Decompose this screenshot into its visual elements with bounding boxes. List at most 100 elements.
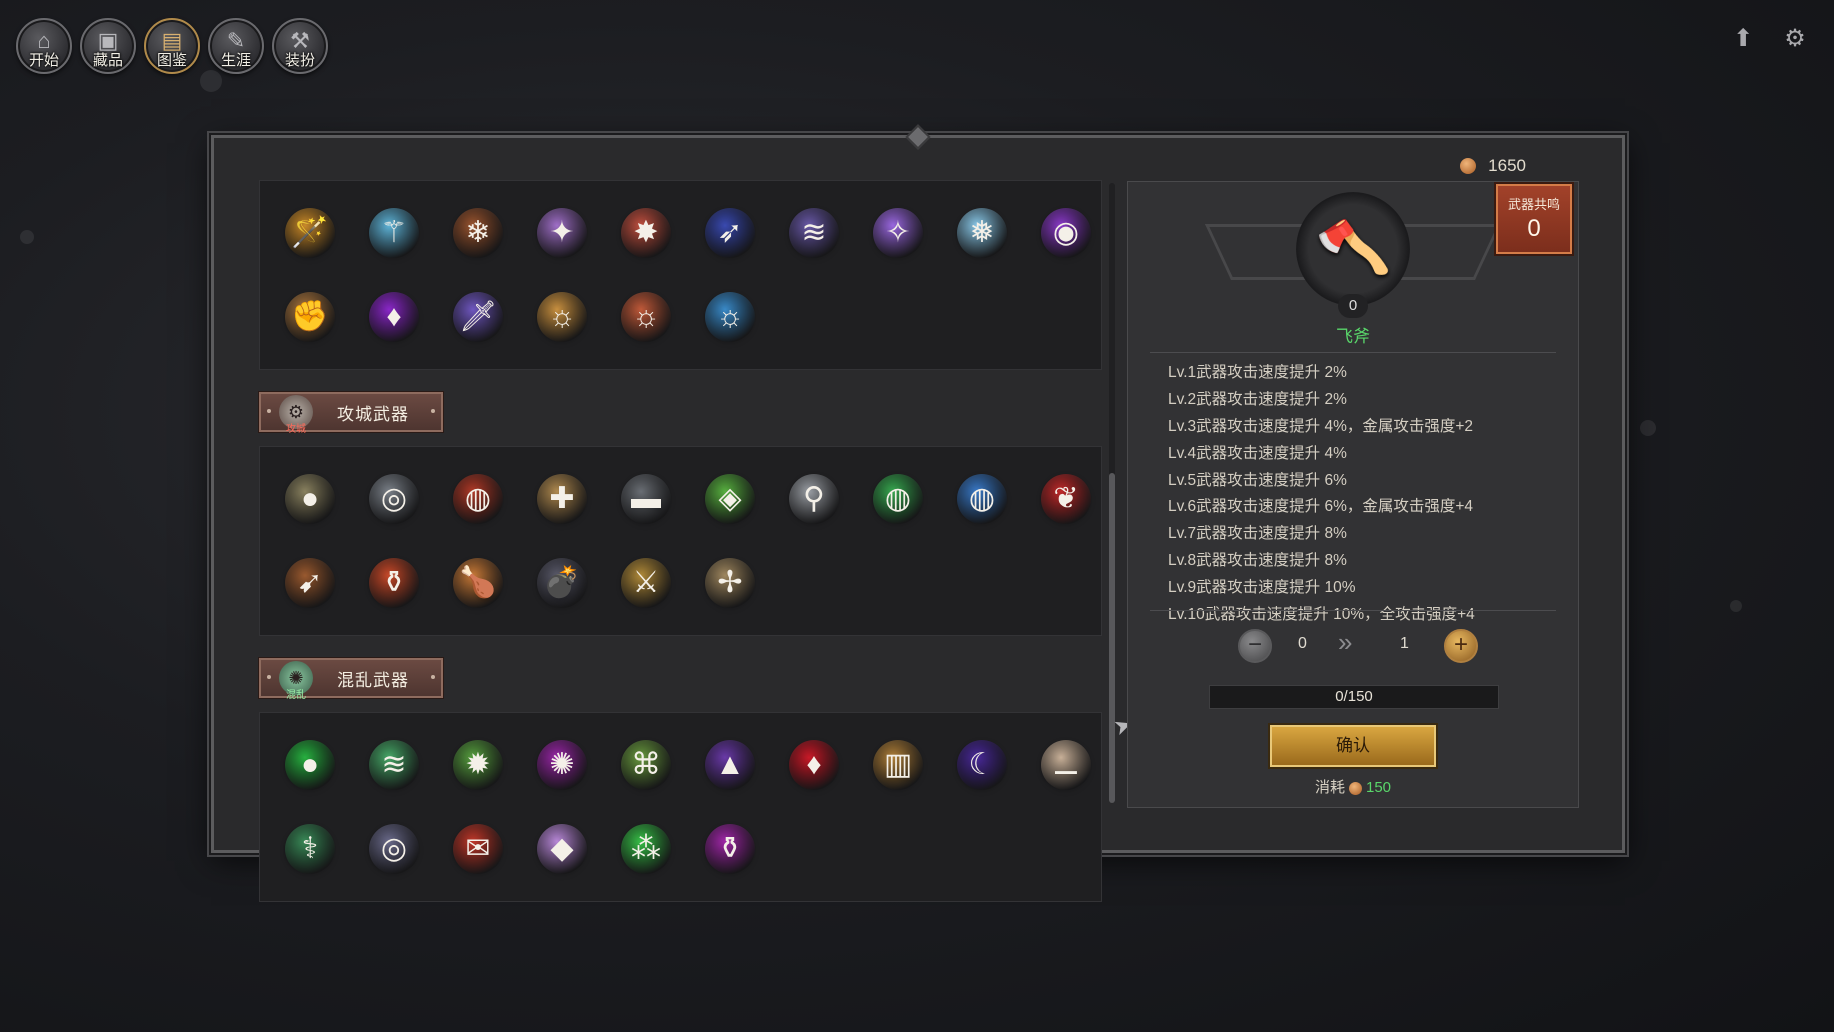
top-right-controls: ⬆ ⚙ bbox=[1728, 24, 1810, 54]
weapon-slot[interactable]: ❅ bbox=[940, 191, 1024, 275]
weapon-slot[interactable]: ● bbox=[268, 723, 352, 807]
weapon-slot[interactable]: 💣 bbox=[520, 541, 604, 625]
weapon-slot[interactable]: ⚔ bbox=[604, 541, 688, 625]
nav-collection-button[interactable]: ▣ 藏品 bbox=[80, 18, 136, 74]
double-chevron-right-icon: » bbox=[1338, 627, 1353, 657]
poison-scythe-icon: ⚕ bbox=[285, 824, 335, 874]
level-bonus-item: Lv.6武器攻击速度提升 6%，金属攻击强度+4 bbox=[1168, 498, 1474, 516]
weapon-grid-magic: 🪄 ⚚ ❄ ✦ ✸ ➶ ≋ ✧ ❅ ◉ ✊ ♦ 🗡 ☼ ☼ ☼ bbox=[259, 180, 1102, 370]
upload-icon[interactable]: ⬆ bbox=[1728, 24, 1758, 54]
weapon-slot[interactable]: ◎ bbox=[352, 457, 436, 541]
weapon-slot[interactable]: 🪄 bbox=[268, 191, 352, 275]
increase-level-button[interactable]: + bbox=[1444, 629, 1478, 663]
level-bonus-item: Lv.7武器攻击速度提升 8% bbox=[1168, 525, 1347, 543]
green-cluster-icon: ⁂ bbox=[621, 824, 671, 874]
weapon-slot[interactable]: ⚊ bbox=[1024, 723, 1108, 807]
currency-display: 1650 bbox=[1460, 156, 1526, 176]
shadow-claw-icon: ≋ bbox=[789, 208, 839, 258]
weapon-slot[interactable]: ☾ bbox=[940, 723, 1024, 807]
resonance-value: 0 bbox=[1527, 215, 1541, 242]
decrease-level-button[interactable]: − bbox=[1238, 629, 1272, 663]
weapon-slot[interactable]: ≋ bbox=[772, 191, 856, 275]
weapon-slot[interactable]: ◍ bbox=[436, 457, 520, 541]
level-bonus-item: Lv.1武器攻击速度提升 2% bbox=[1168, 364, 1347, 381]
spiked-star-icon: ✸ bbox=[621, 208, 671, 258]
weapon-grid-chaos: ● ≋ ✹ ✺ ⌘ ▲ ♦ ▥ ☾ ⚊ ⚕ ◎ ✉ ◆ ⁂ ⚱ bbox=[259, 712, 1102, 902]
ballista-icon: ✢ bbox=[705, 558, 755, 608]
fire-swirl-icon: ◍ bbox=[453, 474, 503, 524]
weapon-level-badge: 0 bbox=[1338, 294, 1368, 318]
weapon-slot[interactable]: ⚱ bbox=[352, 541, 436, 625]
nav-codex-button[interactable]: ▤ 图鉴 bbox=[144, 18, 200, 74]
level-bonus-item: Lv.5武器攻击速度提升 6% bbox=[1168, 471, 1347, 489]
weapon-slot[interactable]: ☼ bbox=[520, 275, 604, 359]
gear-icon[interactable]: ⚙ bbox=[1780, 24, 1810, 54]
weapon-slot[interactable]: ✚ bbox=[520, 457, 604, 541]
weapon-slot[interactable]: ◍ bbox=[856, 457, 940, 541]
weapon-slot[interactable]: ✧ bbox=[856, 191, 940, 275]
level-bonus-item: Lv.10武器攻击速度提升 10%，全攻击强度+4 bbox=[1168, 606, 1475, 624]
blood-crystal-icon: ♦ bbox=[789, 740, 839, 790]
scrollbar-thumb[interactable] bbox=[1109, 473, 1115, 803]
weapon-slot[interactable]: ◈ bbox=[688, 457, 772, 541]
void-shard-icon: ✧ bbox=[873, 208, 923, 258]
weapon-slot[interactable]: ❦ bbox=[1024, 457, 1108, 541]
weapon-slot[interactable]: ⚕ bbox=[268, 807, 352, 891]
weapon-slot[interactable]: ⚲ bbox=[772, 457, 856, 541]
weapon-slot[interactable]: ▲ bbox=[688, 723, 772, 807]
nav-career-button[interactable]: ✎ 生涯 bbox=[208, 18, 264, 74]
current-level-value: 0 bbox=[1298, 635, 1307, 652]
weapon-slot[interactable]: ✦ bbox=[520, 191, 604, 275]
weapon-slot[interactable]: ✺ bbox=[520, 723, 604, 807]
weapon-slot[interactable]: ▬ bbox=[604, 457, 688, 541]
nav-start-button[interactable]: ⌂ 开始 bbox=[16, 18, 72, 74]
weapon-slot[interactable]: ⌘ bbox=[604, 723, 688, 807]
weapon-slot[interactable]: ◍ bbox=[940, 457, 1024, 541]
weapon-resonance-badge[interactable]: 武器共鸣 0 bbox=[1496, 184, 1572, 254]
tag-dot bbox=[431, 675, 435, 679]
green-net-icon: ⌘ bbox=[621, 740, 671, 790]
weapon-slot[interactable]: ◆ bbox=[520, 807, 604, 891]
divider bbox=[1150, 352, 1556, 353]
blue-vortex-icon: ◍ bbox=[957, 474, 1007, 524]
background-spark bbox=[1730, 600, 1742, 612]
weapon-slot[interactable]: ➹ bbox=[268, 541, 352, 625]
weapon-slot[interactable]: ✉ bbox=[436, 807, 520, 891]
divider bbox=[1150, 610, 1556, 611]
weapon-slot[interactable]: ❄ bbox=[436, 191, 520, 275]
weapon-slot[interactable]: 🗡 bbox=[436, 275, 520, 359]
weapon-slot[interactable]: ● bbox=[268, 457, 352, 541]
weapon-slot[interactable]: ⚚ bbox=[352, 191, 436, 275]
weapon-slot[interactable]: ◎ bbox=[352, 807, 436, 891]
tag-dot bbox=[267, 409, 271, 413]
weapon-slot[interactable]: ♦ bbox=[772, 723, 856, 807]
weapon-slot[interactable]: ♦ bbox=[352, 275, 436, 359]
nav-outfit-button[interactable]: ⚒ 装扮 bbox=[272, 18, 328, 74]
weapon-slot[interactable]: ≋ bbox=[352, 723, 436, 807]
weapon-slot[interactable]: ☼ bbox=[604, 275, 688, 359]
weapon-slot[interactable]: ✊ bbox=[268, 275, 352, 359]
weapon-slot[interactable]: ✹ bbox=[436, 723, 520, 807]
level-bonus-list: Lv.1武器攻击速度提升 2% Lv.2武器攻击速度提升 2% Lv.3武器攻击速度… bbox=[1168, 360, 1475, 629]
weapon-slot[interactable]: 🍗 bbox=[436, 541, 520, 625]
cost-value: 150 bbox=[1365, 779, 1392, 796]
section-title: 攻城武器 bbox=[337, 404, 409, 424]
level-controls: − 0 » 1 + bbox=[1238, 627, 1478, 663]
weapon-slot[interactable]: ⁂ bbox=[604, 807, 688, 891]
weapon-slot[interactable]: ✢ bbox=[688, 541, 772, 625]
weapon-slot[interactable]: ☼ bbox=[688, 275, 772, 359]
confirm-button[interactable]: 确认 bbox=[1270, 725, 1436, 767]
weapon-slot[interactable]: ⚱ bbox=[688, 807, 772, 891]
weapon-slot[interactable]: ◉ bbox=[1024, 191, 1108, 275]
chaos-emblem-icon: ✺ 混乱 bbox=[279, 661, 313, 701]
weapon-slot[interactable]: ✸ bbox=[604, 191, 688, 275]
weapon-slot[interactable]: ➶ bbox=[688, 191, 772, 275]
crimson-rune-orb-icon: ☼ bbox=[621, 292, 671, 342]
level-bonus-item: Lv.2武器攻击速度提升 2% bbox=[1168, 390, 1347, 408]
magenta-jar-icon: ⚱ bbox=[705, 824, 755, 874]
weapon-slot[interactable]: ▥ bbox=[856, 723, 940, 807]
nav-label: 图鉴 bbox=[156, 52, 187, 69]
bone-club-icon: ⚊ bbox=[1041, 740, 1091, 790]
crimson-wings-icon: ❦ bbox=[1041, 474, 1091, 524]
emblem-caption: 混乱 bbox=[286, 690, 306, 701]
